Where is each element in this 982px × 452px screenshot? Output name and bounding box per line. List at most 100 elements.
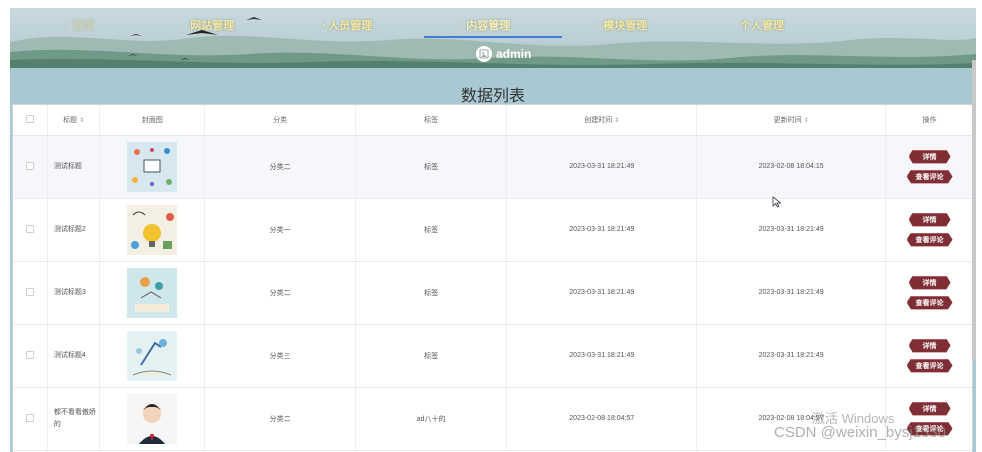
row-checkbox[interactable] — [25, 350, 34, 359]
col-title-label: 标题 — [63, 116, 78, 124]
updated-cell: 2023-02-08 18:04:15 — [696, 135, 887, 199]
category-cell: 分类二 — [204, 387, 356, 451]
data-table: 标题 ⇕ 封面图 分类 标签 创建时间 ⇕ 更新时间 ⇕ 操作 测试标题 分类二… — [12, 104, 973, 452]
col-header-created[interactable]: 创建时间 ⇕ — [506, 105, 698, 136]
nav-item-content[interactable]: ▫ 内容管理 — [460, 17, 510, 33]
cover-cell — [99, 135, 206, 199]
row-checkbox[interactable] — [25, 224, 34, 233]
view-comments-button[interactable]: 查看评论 — [906, 358, 953, 373]
header-checkbox-cell — [13, 105, 48, 136]
username: admin — [496, 47, 532, 61]
category-cell: 分类二 — [204, 135, 356, 199]
view-comments-button[interactable]: 查看评论 — [906, 232, 953, 247]
actions-cell: 详情 查看评论 — [885, 261, 972, 325]
nav-item-website[interactable]: ▫ 网站管理 — [184, 17, 234, 33]
row-checkbox[interactable] — [25, 161, 34, 170]
row-checkbox[interactable] — [25, 287, 34, 296]
nav-item-module[interactable]: ▫ 模块管理 — [597, 17, 647, 33]
home-icon: ⌂ — [64, 20, 70, 30]
col-created-label: 创建时间 — [584, 116, 613, 124]
cover-cell — [99, 387, 206, 451]
view-comments-button[interactable]: 查看评论 — [906, 169, 953, 184]
user-profile[interactable]: admin — [476, 45, 531, 63]
col-header-actions: 操作 — [885, 105, 972, 136]
cover-image[interactable] — [127, 267, 178, 318]
active-tab-indicator — [424, 36, 562, 38]
nav-item-home[interactable]: ⌂ 首页 — [64, 17, 94, 33]
nav-item-people[interactable]: ▪ 人员管理 — [322, 17, 372, 33]
created-cell: 2023-03-31 18:21:49 — [506, 324, 698, 388]
col-header-updated[interactable]: 更新时间 ⇕ — [696, 105, 887, 136]
cover-cell — [99, 261, 206, 325]
actions-cell: 详情 查看评论 — [885, 324, 972, 388]
content-icon: ▫ — [460, 20, 464, 30]
page-title: 数据列表 — [460, 88, 525, 105]
table-header: 标题 ⇕ 封面图 分类 标签 创建时间 ⇕ 更新时间 ⇕ 操作 — [13, 105, 972, 136]
title-cell: 测试标题2 — [47, 198, 101, 262]
top-nav: ⌂ 首页 ▫ 网站管理 ▪ 人员管理 ▫ 内容管理 ▫ 模块管理 个人管理 — [10, 8, 976, 42]
checkbox-cell — [13, 261, 48, 325]
select-all-checkbox[interactable] — [25, 114, 34, 123]
col-header-cover: 封面图 — [99, 105, 206, 136]
nav-item-personal[interactable]: 个人管理 — [740, 17, 784, 33]
checkbox-cell — [13, 387, 48, 451]
actions-cell: 详情 查看评论 — [885, 198, 972, 262]
row-checkbox[interactable] — [25, 413, 34, 422]
category-cell: 分类一 — [204, 198, 356, 262]
view-comments-button[interactable]: 查看评论 — [906, 295, 953, 310]
app-frame: ⌂ 首页 ▫ 网站管理 ▪ 人员管理 ▫ 内容管理 ▫ 模块管理 个人管理 ad… — [10, 8, 976, 452]
table-row: 测试标题2 分类一 标签 2023-03-31 18:21:49 2023-03… — [13, 198, 972, 262]
nav-label: 模块管理 — [603, 20, 648, 32]
user-icon: ▪ — [322, 20, 326, 30]
category-cell: 分类二 — [204, 261, 356, 325]
col-header-title[interactable]: 标题 ⇕ — [47, 105, 101, 136]
created-cell: 2023-03-31 18:21:49 — [506, 135, 698, 199]
header-banner: ⌂ 首页 ▫ 网站管理 ▪ 人员管理 ▫ 内容管理 ▫ 模块管理 个人管理 ad… — [10, 8, 976, 68]
nav-label: 网站管理 — [190, 20, 235, 32]
sort-icon[interactable]: ⇕ — [79, 118, 84, 124]
title-cell: 都不看看傲娇的 — [47, 387, 101, 451]
avatar-icon — [476, 46, 492, 62]
checkbox-cell — [13, 198, 48, 262]
page-scrollbar[interactable] — [972, 60, 976, 360]
title-cell: 测试标题 — [47, 135, 101, 199]
detail-button[interactable]: 详情 — [908, 401, 951, 416]
cover-image[interactable] — [127, 204, 178, 255]
table-row: 测试标题 分类二 标签 2023-03-31 18:21:49 2023-02-… — [13, 135, 972, 199]
tag-cell: ad八十的 — [355, 387, 508, 451]
sort-icon[interactable]: ⇕ — [804, 118, 809, 124]
col-header-tag: 标签 — [355, 105, 508, 136]
cover-image[interactable] — [127, 141, 178, 192]
csdn-watermark: CSDN @weixin_bysj1330 — [774, 424, 946, 441]
tag-cell: 标签 — [355, 324, 508, 388]
nav-label: 个人管理 — [740, 20, 784, 32]
col-header-category: 分类 — [204, 105, 356, 136]
updated-cell: 2023-03-31 18:21:49 — [696, 198, 887, 262]
settings-icon: ▫ — [184, 20, 188, 30]
created-cell: 2023-03-31 18:21:49 — [506, 261, 698, 325]
detail-button[interactable]: 详情 — [908, 212, 951, 227]
created-cell: 2023-02-08 18:04:57 — [506, 387, 698, 451]
tag-cell: 标签 — [355, 198, 508, 262]
updated-cell: 2023-03-31 18:21:49 — [696, 261, 887, 325]
detail-button[interactable]: 详情 — [908, 338, 951, 353]
table-row: 测试标题3 分类二 标签 2023-03-31 18:21:49 2023-03… — [13, 261, 972, 325]
tag-cell: 标签 — [355, 135, 508, 199]
detail-button[interactable]: 详情 — [908, 149, 951, 164]
category-cell: 分类三 — [204, 324, 356, 388]
table-row: 测试标题4 分类三 标签 2023-03-31 18:21:49 2023-03… — [13, 324, 972, 388]
checkbox-cell — [13, 135, 48, 199]
top-border — [0, 0, 982, 8]
tag-cell: 标签 — [355, 261, 508, 325]
title-cell: 测试标题4 — [47, 324, 101, 388]
nav-label: 内容管理 — [466, 20, 511, 32]
mouse-cursor-icon — [772, 196, 782, 208]
cover-image[interactable] — [127, 330, 178, 381]
created-cell: 2023-03-31 18:21:49 — [506, 198, 698, 262]
sort-icon[interactable]: ⇕ — [614, 118, 619, 124]
cover-image[interactable] — [127, 393, 178, 444]
updated-cell: 2023-03-31 18:21:49 — [696, 324, 887, 388]
title-cell: 测试标题3 — [47, 261, 101, 325]
actions-cell: 详情 查看评论 — [885, 135, 972, 199]
detail-button[interactable]: 详情 — [908, 275, 951, 290]
